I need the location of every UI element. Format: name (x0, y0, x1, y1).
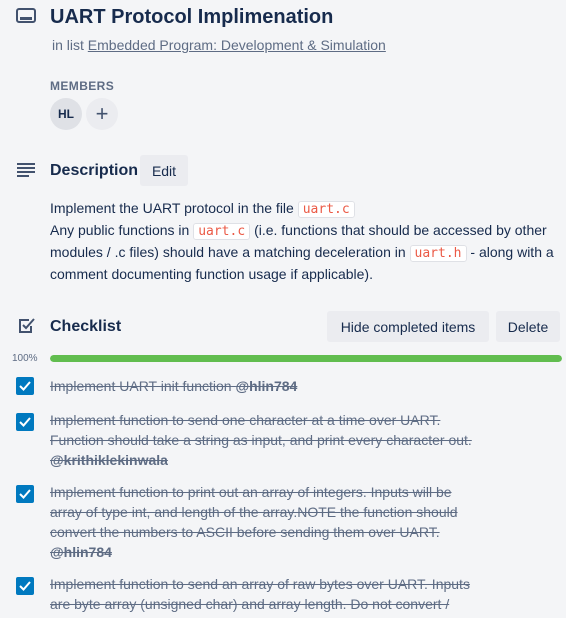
checklist-heading: Checklist (50, 318, 122, 335)
description-heading: Description (50, 162, 139, 179)
item-mention[interactable]: @krithiklekinwala (50, 452, 168, 468)
progress-fill (50, 355, 562, 362)
item-text[interactable]: Implement function to print out an array… (50, 482, 480, 562)
checkmark-icon (19, 381, 31, 391)
item-text-body: Implement UART init function (50, 378, 232, 394)
card-title[interactable]: UART Protocol Implimenation (50, 6, 333, 29)
member-avatar[interactable]: HL (50, 98, 82, 130)
description-icon (17, 163, 35, 177)
desc-text-1: Implement the UART protocol in the file (50, 200, 294, 216)
item-text-body: Implement function to send an array of r… (50, 576, 470, 612)
desc-code-3: uart.h (409, 245, 467, 262)
progress-percent: 100% (12, 353, 38, 364)
item-text-body: Implement function to send one character… (50, 412, 472, 448)
desc-code-2: uart.c (193, 223, 251, 240)
desc-code-1: uart.c (297, 201, 355, 218)
card-icon (16, 8, 36, 23)
desc-text-2: Any public functions in (50, 222, 190, 238)
in-list-line: in list Embedded Program: Development & … (52, 37, 386, 53)
checklist-icon (19, 318, 35, 333)
item-mention[interactable]: @hlin784 (235, 378, 297, 394)
checkmark-icon (19, 417, 31, 427)
list-link[interactable]: Embedded Program: Development & Simulati… (88, 37, 386, 53)
item-checkbox[interactable] (16, 413, 34, 431)
item-text[interactable]: Implement UART init function @hlin784 (50, 376, 480, 396)
item-text[interactable]: Implement function to send one character… (50, 410, 480, 470)
item-checkbox[interactable] (16, 377, 34, 395)
checkmark-icon (19, 581, 31, 591)
members-label: MEMBERS (50, 79, 115, 93)
hide-completed-button[interactable]: Hide completed items (327, 311, 489, 342)
item-checkbox[interactable] (16, 485, 34, 503)
checkmark-icon (19, 489, 31, 499)
edit-description-button[interactable]: Edit (140, 155, 188, 186)
delete-checklist-button[interactable]: Delete (496, 311, 560, 342)
in-list-prefix: in list (52, 37, 84, 53)
add-member-button[interactable]: + (86, 98, 118, 130)
item-checkbox[interactable] (16, 577, 34, 595)
description-body[interactable]: Implement the UART protocol in the file … (50, 198, 562, 284)
item-mention[interactable]: @hlin784 (50, 544, 112, 560)
item-text[interactable]: Implement function to send an array of r… (50, 574, 480, 614)
item-text-body: Implement function to print out an array… (50, 484, 458, 540)
progress-bar (50, 355, 562, 362)
